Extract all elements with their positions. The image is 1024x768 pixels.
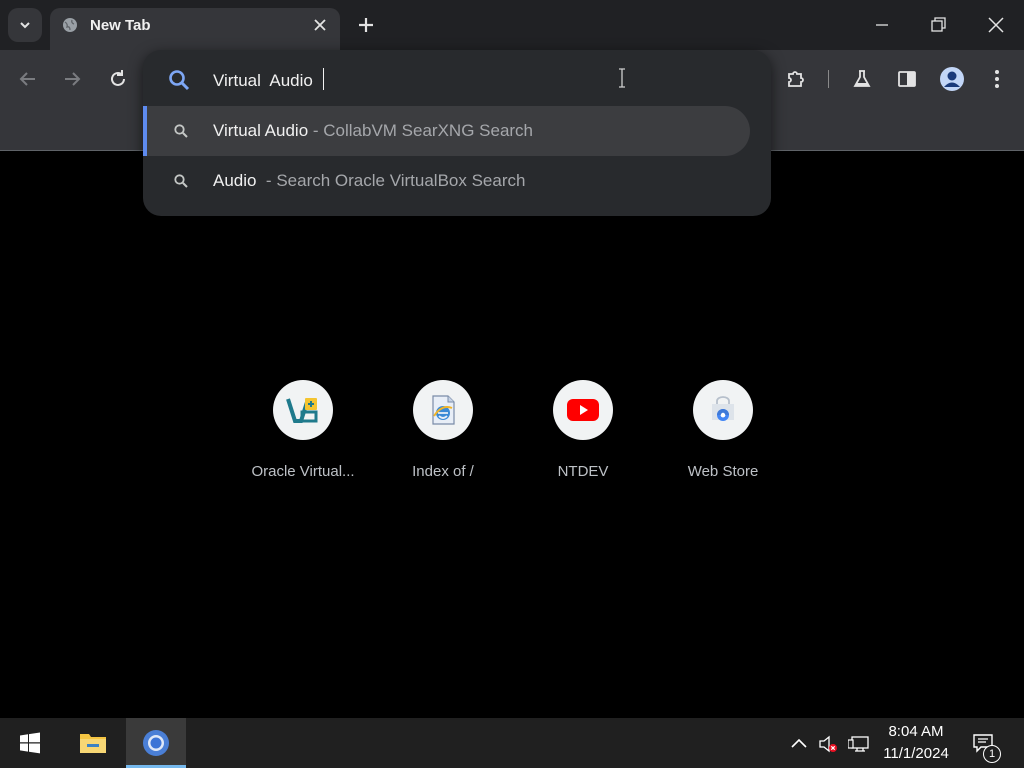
shortcut-icon-circle bbox=[413, 380, 473, 440]
shortcut-tile-ntdev[interactable]: NTDEV bbox=[523, 380, 643, 490]
side-panel-icon[interactable] bbox=[896, 68, 918, 90]
tab-search-button[interactable] bbox=[8, 8, 42, 42]
close-window-icon[interactable] bbox=[982, 12, 1010, 38]
youtube-icon bbox=[567, 399, 599, 421]
shortcut-label: Oracle Virtual... bbox=[251, 463, 355, 480]
shortcut-icon-circle bbox=[693, 380, 753, 440]
network-icon[interactable] bbox=[848, 734, 870, 754]
omnibox-dropdown: Virtual Audio - CollabVM SearXNG Search … bbox=[143, 50, 771, 216]
notification-count-badge: 1 bbox=[983, 745, 1001, 763]
shortcut-icon-circle bbox=[273, 380, 333, 440]
suggestion-item[interactable]: Audio - Search Oracle VirtualBox Search bbox=[143, 156, 750, 206]
start-button[interactable] bbox=[0, 718, 60, 768]
labs-flask-icon[interactable] bbox=[851, 68, 873, 90]
text-caret bbox=[323, 68, 324, 90]
suggestion-query: Virtual Audio bbox=[213, 121, 309, 140]
suggestion-provider: - Search Oracle VirtualBox Search bbox=[256, 171, 526, 190]
shortcut-label: Web Store bbox=[687, 463, 759, 480]
chrome-icon bbox=[143, 730, 169, 756]
search-icon bbox=[169, 70, 190, 91]
minimize-icon[interactable] bbox=[868, 12, 896, 38]
search-icon bbox=[174, 124, 188, 138]
profile-avatar-icon[interactable] bbox=[939, 66, 965, 92]
text-cursor-icon bbox=[619, 68, 625, 88]
shortcut-label: NTDEV bbox=[557, 463, 609, 480]
windows-start-icon bbox=[20, 732, 40, 754]
suggestion-provider: - CollabVM SearXNG Search bbox=[308, 121, 534, 140]
suggestion-text: Audio - Search Oracle VirtualBox Search bbox=[213, 171, 525, 191]
file-explorer-taskbar-button[interactable] bbox=[63, 718, 123, 768]
new-tab-plus-icon[interactable] bbox=[355, 14, 377, 36]
clock-date[interactable]: 11/1/2024 bbox=[880, 745, 952, 762]
file-explorer-icon bbox=[80, 734, 106, 753]
selection-indicator bbox=[143, 106, 147, 156]
back-arrow-icon[interactable] bbox=[17, 68, 39, 90]
web-store-icon bbox=[712, 396, 734, 421]
virtualbox-icon bbox=[286, 398, 318, 423]
forward-arrow-icon[interactable] bbox=[61, 68, 83, 90]
extensions-icon[interactable] bbox=[785, 68, 807, 90]
volume-muted-icon[interactable] bbox=[818, 734, 838, 754]
more-menu-icon[interactable] bbox=[986, 68, 1008, 90]
close-tab-icon[interactable] bbox=[312, 17, 328, 33]
chevron-down-icon bbox=[20, 22, 30, 29]
globe-icon bbox=[63, 18, 77, 32]
suggestion-query: Audio bbox=[213, 171, 257, 190]
shortcut-tile-index-of[interactable]: Index of / bbox=[383, 380, 503, 490]
tab-strip: New Tab bbox=[0, 0, 1024, 50]
shortcut-tile-web-store[interactable]: Web Store bbox=[663, 380, 783, 490]
suggestion-item[interactable]: Virtual Audio - CollabVM SearXNG Search bbox=[143, 106, 750, 156]
show-hidden-icons-chevron-icon[interactable] bbox=[789, 734, 809, 754]
search-icon bbox=[174, 174, 188, 188]
shortcut-tile-oracle-virtualbox[interactable]: Oracle Virtual... bbox=[243, 380, 363, 490]
chrome-taskbar-button[interactable] bbox=[126, 718, 186, 768]
address-bar-input[interactable] bbox=[211, 68, 631, 94]
shortcut-label: Index of / bbox=[412, 463, 474, 480]
tab-title: New Tab bbox=[90, 17, 151, 34]
restore-icon[interactable] bbox=[924, 12, 952, 38]
tab-new-tab[interactable]: New Tab bbox=[50, 8, 340, 50]
toolbar-separator bbox=[828, 70, 829, 88]
clock-time[interactable]: 8:04 AM bbox=[880, 723, 952, 740]
suggestion-text: Virtual Audio - CollabVM SearXNG Search bbox=[213, 121, 533, 141]
shortcut-icon-circle bbox=[553, 380, 613, 440]
internet-explorer-icon bbox=[432, 395, 455, 425]
reload-icon[interactable] bbox=[107, 68, 129, 90]
windows-taskbar: 8:04 AM 11/1/2024 1 bbox=[0, 718, 1024, 768]
